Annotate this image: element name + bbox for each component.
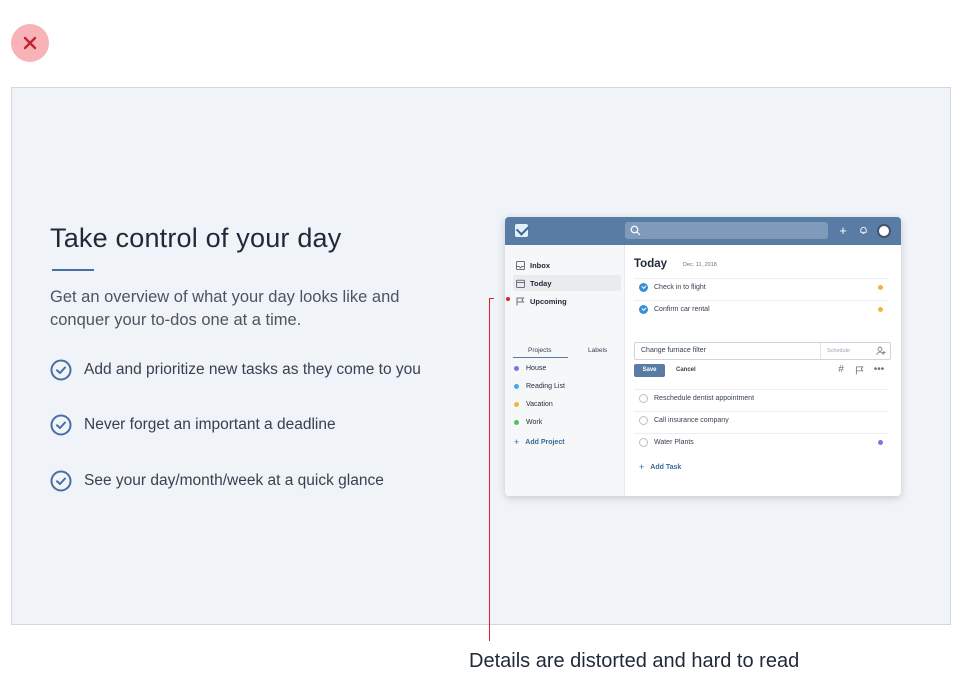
task-checkbox[interactable]	[639, 438, 648, 447]
close-button[interactable]	[11, 24, 49, 62]
add-project-label: Add Project	[525, 438, 565, 446]
app-main: Today Dec. 11, 2018 Check in to flight C…	[625, 245, 901, 496]
schedule-field[interactable]: Schedule	[820, 343, 868, 359]
project-item-work[interactable]: Work	[514, 419, 542, 426]
slide-headline: Take control of your day	[50, 223, 342, 253]
annotation-dot	[506, 297, 510, 301]
tab-underline	[513, 357, 568, 358]
add-icon[interactable]: +	[835, 222, 851, 239]
task-row[interactable]: Water Plants	[634, 433, 889, 451]
inbox-icon	[516, 260, 525, 270]
check-circle-icon	[50, 414, 72, 436]
task-checkbox[interactable]	[639, 283, 648, 292]
task-label: Check in to flight	[654, 284, 706, 291]
project-item-vacation[interactable]: Vacation	[514, 401, 553, 408]
flag-icon	[516, 297, 525, 305]
app-logo-icon	[515, 224, 528, 237]
sidebar-item-label: Upcoming	[530, 296, 567, 306]
screenshot-frame: Take control of your day Get an overview…	[11, 87, 951, 625]
sidebar-tabs: Projects Labels	[513, 344, 621, 358]
calendar-icon	[516, 279, 525, 288]
feature-item: See your day/month/week at a quick glanc…	[50, 470, 384, 492]
add-task-button[interactable]: + Add Task	[639, 462, 681, 472]
annotation-line	[489, 298, 490, 641]
avatar[interactable]	[877, 224, 891, 238]
task-edit-input[interactable]: Change furnace filter Schedule	[634, 342, 891, 360]
cancel-button[interactable]: Cancel	[676, 367, 696, 373]
add-task-label: Add Task	[650, 463, 682, 471]
headline-divider	[52, 269, 94, 271]
annotation-text: Details are distorted and hard to read	[469, 650, 800, 672]
app-mockup: + Inbox Today Upcoming Projects Labels H…	[505, 217, 901, 496]
search-icon	[630, 225, 641, 236]
close-icon	[23, 36, 37, 50]
task-label: Confirm car rental	[654, 306, 710, 313]
more-icon[interactable]: •••	[873, 364, 885, 375]
project-color-dot	[514, 366, 519, 371]
priority-dot	[878, 440, 883, 445]
task-checkbox[interactable]	[639, 394, 648, 403]
feature-text: Add and prioritize new tasks as they com…	[84, 361, 421, 378]
assign-user-icon[interactable]	[876, 346, 886, 356]
task-row[interactable]: Reschedule dentist appointment	[634, 389, 889, 407]
task-row[interactable]: Call insurance company	[634, 411, 889, 429]
task-checkbox[interactable]	[639, 416, 648, 425]
app-sidebar: Inbox Today Upcoming Projects Labels Hou…	[505, 245, 625, 496]
tab-labels[interactable]: Labels	[588, 347, 607, 354]
feature-item: Never forget an important a deadline	[50, 414, 336, 436]
feature-text: See your day/month/week at a quick glanc…	[84, 472, 384, 489]
task-label: Reschedule dentist appointment	[654, 395, 755, 402]
project-color-dot	[514, 420, 519, 425]
sidebar-item-label: Today	[530, 278, 552, 288]
feature-item: Add and prioritize new tasks as they com…	[50, 359, 421, 381]
sidebar-item-today[interactable]: Today	[513, 275, 621, 291]
project-item-reading-list[interactable]: Reading List	[514, 383, 565, 390]
search-input[interactable]	[625, 222, 828, 239]
priority-dot	[878, 285, 883, 290]
plus-icon: +	[514, 437, 520, 447]
page-title: Today	[634, 258, 668, 270]
project-label: Vacation	[526, 401, 553, 408]
annotation-connector	[489, 298, 494, 299]
project-item-house[interactable]: House	[514, 365, 546, 372]
check-circle-icon	[50, 470, 72, 492]
project-label: Work	[526, 419, 543, 426]
task-label: Call insurance company	[654, 417, 729, 424]
task-checkbox[interactable]	[639, 305, 648, 314]
page: Take control of your day Get an overview…	[0, 0, 962, 677]
sidebar-item-label: Inbox	[530, 260, 550, 270]
today-date: Dec. 11, 2018	[683, 262, 717, 268]
project-color-dot	[514, 384, 519, 389]
bell-icon[interactable]	[855, 222, 871, 239]
sidebar-item-inbox[interactable]: Inbox	[513, 257, 621, 273]
save-button[interactable]: Save	[634, 364, 665, 377]
priority-dot	[878, 307, 883, 312]
hashtag-icon[interactable]: #	[835, 364, 847, 375]
task-row[interactable]: Confirm car rental	[634, 300, 889, 318]
flag-icon[interactable]	[853, 364, 865, 378]
project-label: Reading List	[526, 383, 565, 390]
slide-intro: Get an overview of what your day looks l…	[50, 288, 400, 329]
project-label: House	[526, 365, 547, 372]
task-label: Water Plants	[654, 439, 694, 446]
task-row[interactable]: Check in to flight	[634, 278, 889, 296]
plus-icon: +	[639, 462, 645, 472]
tab-projects[interactable]: Projects	[528, 347, 551, 354]
task-edit-value: Change furnace filter	[641, 347, 706, 354]
project-color-dot	[514, 402, 519, 407]
app-topbar: +	[505, 217, 901, 245]
sidebar-item-upcoming[interactable]: Upcoming	[513, 293, 621, 309]
check-circle-icon	[50, 359, 72, 381]
add-project-button[interactable]: + Add Project	[514, 437, 565, 447]
feature-text: Never forget an important a deadline	[84, 416, 336, 433]
